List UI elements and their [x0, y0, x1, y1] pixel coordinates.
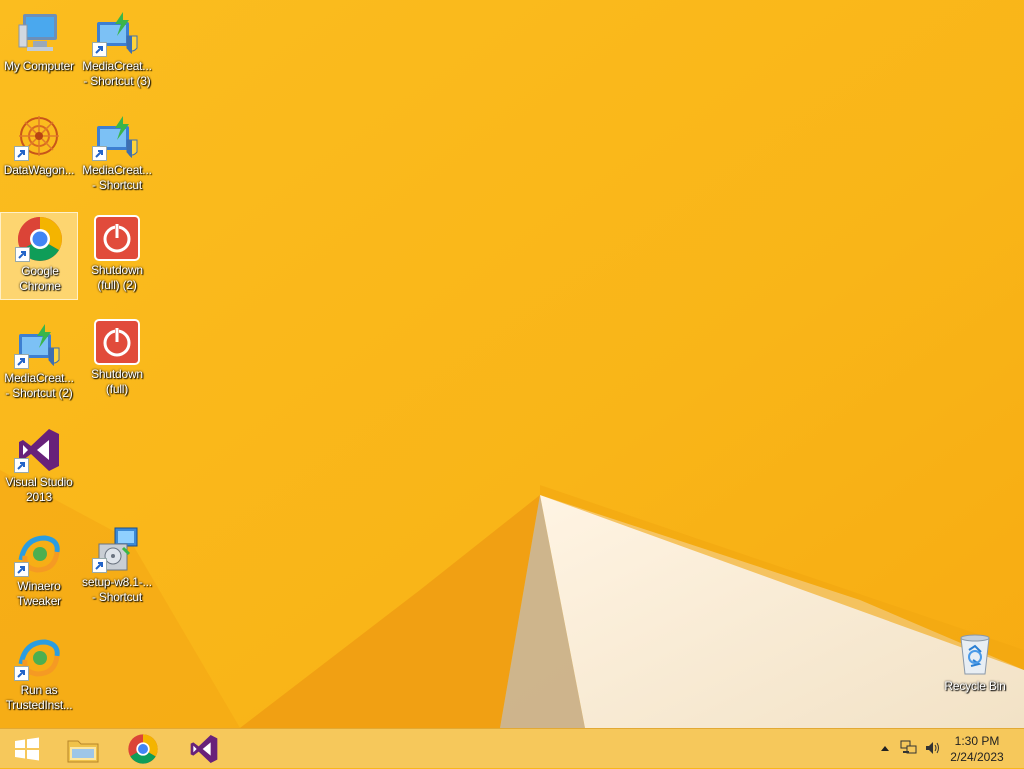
windows-logo-icon — [15, 737, 39, 761]
desktop-icon-setup-w81-shortcut[interactable]: setup-w8.1-... - Shortcut — [78, 524, 156, 612]
shortcut-arrow-icon — [14, 562, 29, 577]
shortcut-arrow-icon — [14, 146, 29, 161]
volume-icon[interactable] — [924, 740, 942, 756]
shutdown-icon — [93, 318, 141, 366]
desktop-icon-label: Shutdown (full) (2) — [91, 263, 143, 292]
folder-icon — [67, 740, 99, 763]
taskbar-clock[interactable]: 1:30 PM 2/24/2023 — [942, 733, 1012, 765]
visual-studio-icon — [190, 735, 218, 763]
desktop-icon-label: My Computer — [4, 59, 74, 73]
chrome-icon — [128, 734, 158, 764]
desktop-icon-datawagon[interactable]: DataWagon... — [0, 112, 78, 200]
desktop[interactable]: My Computer DataWagon... Google Chrome M… — [0, 0, 1024, 728]
desktop-icon-shutdown-full[interactable]: Shutdown (full) — [78, 316, 156, 404]
shortcut-arrow-icon — [15, 247, 30, 262]
desktop-icon-my-computer[interactable]: My Computer — [0, 8, 78, 96]
desktop-icon-label: Recycle Bin — [944, 679, 1006, 693]
shortcut-arrow-icon — [14, 458, 29, 473]
desktop-icon-label: Visual Studio 2013 — [5, 475, 73, 504]
show-hidden-icons-arrow[interactable] — [880, 741, 890, 757]
desktop-icon-label: Google Chrome — [19, 264, 61, 293]
desktop-icon-run-as-trustedinstaller[interactable]: Run as TrustedInst... — [0, 632, 78, 720]
desktop-icon-label: Shutdown (full) — [91, 367, 143, 396]
desktop-icon-label: MediaCreat... - Shortcut (2) — [4, 371, 74, 400]
computer-icon — [15, 10, 63, 58]
desktop-icon-mediacreation-shortcut[interactable]: MediaCreat... - Shortcut — [78, 112, 156, 200]
start-button[interactable] — [0, 730, 56, 768]
taskbar-visual-studio-button[interactable] — [176, 730, 232, 768]
taskbar-chrome-button[interactable] — [115, 730, 171, 768]
network-icon[interactable] — [900, 740, 918, 756]
shortcut-arrow-icon — [92, 558, 107, 573]
taskbar: 1:30 PM 2/24/2023 — [0, 728, 1024, 768]
desktop-icon-visual-studio-2013[interactable]: Visual Studio 2013 — [0, 424, 78, 512]
desktop-icon-label: MediaCreat... - Shortcut (3) — [82, 59, 152, 88]
taskbar-file-explorer-button[interactable] — [56, 730, 112, 768]
shortcut-arrow-icon — [92, 42, 107, 57]
shortcut-arrow-icon — [14, 354, 29, 369]
recycle-bin-icon — [951, 630, 999, 678]
desktop-icon-winaero-tweaker[interactable]: Winaero Tweaker — [0, 528, 78, 616]
clock-time: 1:30 PM — [954, 734, 1000, 748]
shortcut-arrow-icon — [92, 146, 107, 161]
system-tray: 1:30 PM 2/24/2023 — [864, 729, 1024, 769]
shutdown-icon — [93, 214, 141, 262]
desktop-icon-label: setup-w8.1-... - Shortcut — [82, 575, 152, 604]
desktop-icon-recycle-bin[interactable]: Recycle Bin — [936, 628, 1014, 716]
desktop-icon-label: Winaero Tweaker — [17, 579, 61, 608]
clock-date: 2/24/2023 — [950, 750, 1004, 764]
desktop-icon-label: DataWagon... — [3, 163, 75, 177]
desktop-icon-label: MediaCreat... - Shortcut — [82, 163, 152, 192]
desktop-icon-shutdown-full-2[interactable]: Shutdown (full) (2) — [78, 212, 156, 300]
desktop-icon-google-chrome[interactable]: Google Chrome — [0, 212, 78, 300]
desktop-icon-mediacreation-shortcut-3[interactable]: MediaCreat... - Shortcut (3) — [78, 8, 156, 96]
desktop-icon-label: Run as TrustedInst... — [5, 683, 73, 712]
shortcut-arrow-icon — [14, 666, 29, 681]
desktop-icon-mediacreation-shortcut-2[interactable]: MediaCreat... - Shortcut (2) — [0, 320, 78, 408]
